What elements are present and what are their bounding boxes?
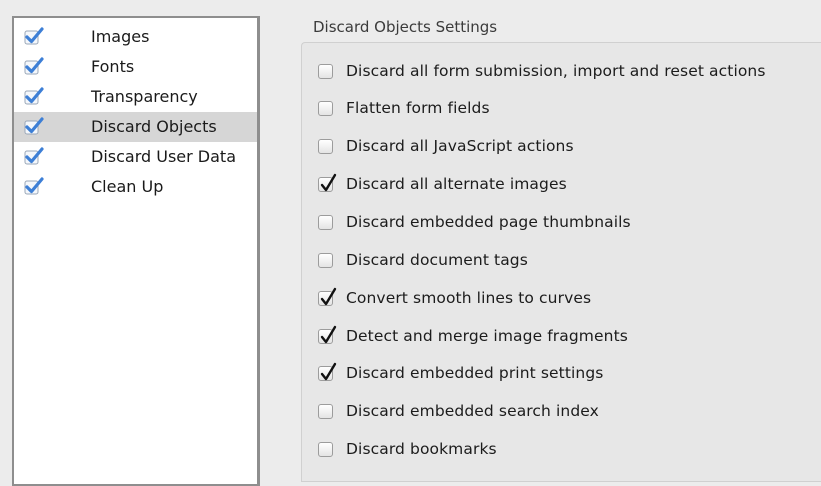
- option-discard-page-thumbnails[interactable]: Discard embedded page thumbnails: [318, 210, 631, 234]
- sidebar-item-label: Images: [91, 27, 150, 46]
- checkbox[interactable]: [318, 403, 333, 419]
- sidebar-item-transparency[interactable]: Transparency: [14, 82, 257, 112]
- checkmark-icon: [320, 173, 337, 191]
- option-label: Discard embedded print settings: [346, 364, 604, 382]
- checkbox[interactable]: [318, 173, 337, 192]
- option-discard-search-index[interactable]: Discard embedded search index: [318, 399, 599, 423]
- checkbox[interactable]: [318, 287, 337, 306]
- option-label: Discard embedded search index: [346, 402, 599, 420]
- option-label: Convert smooth lines to curves: [346, 289, 592, 307]
- option-label: Discard all form submission, import and …: [346, 62, 766, 80]
- category-list: Images Fonts Transparency Discard Object…: [12, 16, 260, 486]
- checkbox[interactable]: [318, 63, 333, 79]
- checkbox[interactable]: [318, 214, 333, 230]
- option-label: Discard all JavaScript actions: [346, 137, 574, 155]
- blue-checkmark-icon[interactable]: [24, 57, 44, 75]
- blue-checkmark-icon[interactable]: [24, 147, 44, 165]
- checkbox[interactable]: [318, 100, 333, 116]
- option-label: Detect and merge image fragments: [346, 327, 628, 345]
- checkbox[interactable]: [318, 441, 333, 457]
- sidebar-item-label: Discard User Data: [91, 147, 236, 166]
- option-discard-bookmarks[interactable]: Discard bookmarks: [318, 437, 497, 461]
- sidebar-item-images[interactable]: Images: [14, 22, 257, 52]
- sidebar-item-label: Transparency: [91, 87, 198, 106]
- settings-group-title: Discard Objects Settings: [313, 18, 498, 36]
- discard-objects-settings-group: Discard all form submission, import and …: [301, 42, 821, 482]
- sidebar-item-clean-up[interactable]: Clean Up: [14, 172, 257, 202]
- sidebar-item-label: Discard Objects: [91, 117, 217, 136]
- option-discard-print-settings[interactable]: Discard embedded print settings: [318, 361, 603, 385]
- option-label: Flatten form fields: [346, 99, 490, 117]
- option-merge-image-fragments[interactable]: Detect and merge image fragments: [318, 324, 628, 348]
- checkmark-icon: [320, 325, 337, 343]
- option-discard-document-tags[interactable]: Discard document tags: [318, 248, 528, 272]
- checkmark-icon: [320, 362, 337, 380]
- blue-checkmark-icon[interactable]: [24, 177, 44, 195]
- option-label: Discard document tags: [346, 251, 528, 269]
- option-flatten-form-fields[interactable]: Flatten form fields: [318, 96, 490, 120]
- option-label: Discard bookmarks: [346, 440, 497, 458]
- blue-checkmark-icon[interactable]: [24, 117, 44, 135]
- blue-checkmark-icon[interactable]: [24, 87, 44, 105]
- sidebar-item-fonts[interactable]: Fonts: [14, 52, 257, 82]
- checkbox[interactable]: [318, 325, 337, 344]
- sidebar-item-discard-user-data[interactable]: Discard User Data: [14, 142, 257, 172]
- checkbox[interactable]: [318, 138, 333, 154]
- blue-checkmark-icon[interactable]: [24, 27, 44, 45]
- sidebar-item-discard-objects[interactable]: Discard Objects: [14, 112, 257, 142]
- option-discard-form-actions[interactable]: Discard all form submission, import and …: [318, 59, 766, 83]
- option-discard-javascript[interactable]: Discard all JavaScript actions: [318, 134, 574, 158]
- checkmark-icon: [320, 287, 337, 305]
- checkbox[interactable]: [318, 362, 337, 381]
- checkbox[interactable]: [318, 252, 333, 268]
- option-convert-smooth-lines[interactable]: Convert smooth lines to curves: [318, 286, 591, 310]
- sidebar-item-label: Clean Up: [91, 177, 164, 196]
- option-discard-alternate-images[interactable]: Discard all alternate images: [318, 172, 567, 196]
- option-label: Discard embedded page thumbnails: [346, 213, 631, 231]
- sidebar-item-label: Fonts: [91, 57, 135, 76]
- option-label: Discard all alternate images: [346, 175, 567, 193]
